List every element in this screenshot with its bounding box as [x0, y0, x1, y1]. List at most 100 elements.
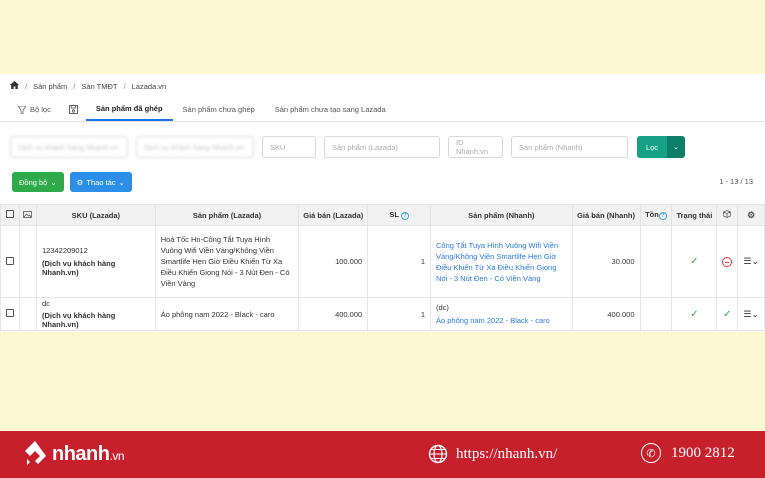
status-column-header: Trạng thái	[671, 204, 718, 226]
row-image-cell	[19, 297, 37, 331]
row-status: ✓	[671, 297, 718, 331]
save-icon	[68, 105, 78, 114]
tab-matched-label: Sản phẩm đã ghép	[95, 104, 163, 113]
check-icon: ✓	[690, 308, 699, 320]
breadcrumb-separator: /	[73, 81, 76, 91]
pagination-info: 1 - 13 / 13	[719, 177, 753, 186]
globe-icon	[428, 444, 448, 464]
row-shop: (Dịch vụ khách hàng Nhanh.vn)	[41, 259, 116, 277]
row-price-lazada: 100.000	[298, 225, 369, 298]
qty-column-header: SL ?	[367, 204, 431, 226]
help-icon[interactable]: ?	[400, 211, 409, 220]
shop-filter-2-value: Dịch vụ khách hàng Nhanh.vn	[144, 142, 245, 152]
app-panel: / Sản phẩm / Sàn TMĐT / Lazada.vn Bộ lọc…	[0, 74, 765, 332]
menu-icon[interactable]: ☰⌄	[743, 256, 759, 266]
row-image-cell	[19, 225, 37, 298]
tab-not-created-products[interactable]: Sản phẩm chưa tạo sang Lazada	[265, 98, 396, 121]
stock-column-header: Tồn?	[639, 204, 673, 226]
minus-circle-icon[interactable]	[722, 256, 733, 267]
nhanh-logo-icon	[25, 441, 46, 465]
phone-info: ✆ 1900 2812	[641, 443, 735, 463]
filter-button-group: Lọc ⌄	[637, 136, 685, 158]
image-column-header	[19, 204, 37, 226]
row-shop: (Dịch vụ khách hàng Nhanh.vn)	[41, 311, 116, 329]
table-header-row: SKU (Lazada) Sản phẩm (Lazada) Giá bán (…	[0, 204, 765, 226]
check-icon: ✓	[690, 256, 699, 267]
row-sku: 12342209012	[41, 246, 88, 255]
row-price-nhanh: 30.000	[571, 225, 641, 298]
website-info: https://nhanh.vn/	[428, 444, 557, 464]
breadcrumb-item-products[interactable]: Sản phẩm	[33, 82, 67, 91]
breadcrumb-separator: /	[123, 81, 126, 91]
sku-column-header: SKU (Lazada)	[35, 204, 156, 226]
row-price-nhanh: 400.000	[571, 297, 641, 331]
shop-filter-1-value: Dịch vụ khách hàng Nhanh.vn	[18, 142, 119, 152]
box-column-header	[716, 204, 739, 226]
tab-unmatched-products[interactable]: Sản phẩm chưa ghép	[173, 98, 265, 121]
select-all-checkbox[interactable]	[6, 210, 14, 218]
tab-unmatched-label: Sản phẩm chưa ghép	[182, 105, 255, 114]
row-stock	[639, 297, 673, 331]
gear-icon[interactable]: ⚙	[747, 210, 755, 220]
row-checkbox[interactable]	[6, 256, 14, 265]
breadcrumb: / Sản phẩm / Sàn TMĐT / Lazada.vn	[0, 74, 765, 98]
tab-save[interactable]	[61, 98, 86, 121]
breadcrumb-item-lazada: Lazada.vn	[131, 81, 167, 91]
row-sync-status: ✓	[716, 297, 739, 331]
price-lazada-column-header: Giá bán (Lazada)	[298, 204, 369, 226]
box-icon	[723, 210, 732, 218]
shop-filter-2[interactable]: Dịch vụ khách hàng Nhanh.vn	[136, 136, 254, 158]
help-icon[interactable]: ?	[658, 211, 667, 220]
id-nhanh-input[interactable]: ID Nhanh.vn	[448, 136, 503, 158]
row-sync-status	[716, 225, 739, 298]
row-sku-cell: 12342209012 (Dịch vụ khách hàng Nhanh.vn…	[35, 225, 156, 298]
breadcrumb-separator: /	[25, 81, 28, 91]
row-product-nhanh-link[interactable]: Công Tắt Tuya Hình Vuông Wifi Viền Vàng/…	[430, 225, 573, 298]
row-menu[interactable]: ☰⌄	[737, 297, 765, 331]
website-link[interactable]: https://nhanh.vn/	[456, 446, 557, 463]
menu-icon[interactable]: ☰⌄	[743, 309, 759, 319]
filter-button[interactable]: Lọc	[637, 136, 667, 158]
chevron-down-icon: ⌄	[50, 177, 57, 187]
phone-icon: ✆	[641, 443, 661, 463]
sync-button[interactable]: Đồng bộ ⌄	[12, 172, 64, 192]
tab-bar: Bộ lọc Sản phẩm đã ghép Sản phẩm chưa gh…	[0, 98, 765, 122]
gear-icon: ⚙	[76, 177, 84, 187]
tab-filter[interactable]: Bộ lọc	[8, 98, 61, 121]
breadcrumb-item-marketplace[interactable]: Sàn TMĐT	[81, 82, 117, 91]
check-icon: ✓	[723, 308, 732, 320]
row-qty: 1	[367, 225, 431, 298]
id-nhanh-placeholder: ID Nhanh.vn	[456, 138, 489, 156]
sku-input[interactable]: SKU	[262, 136, 316, 158]
promo-footer: nhanh.vn https://nhanh.vn/ ✆ 1900 2812	[0, 431, 765, 478]
row-sku-cell: dc (Dịch vụ khách hàng Nhanh.vn)	[35, 297, 156, 331]
operations-button[interactable]: ⚙ Thao tác ⌄	[69, 172, 132, 192]
row-status: ✓	[671, 225, 718, 298]
product-lazada-input[interactable]: Sản phẩm (Lazada)	[324, 136, 440, 158]
product-nhanh-input[interactable]: Sản phẩm (Nhanh)	[511, 136, 628, 158]
logo-name: nhanh	[52, 442, 110, 465]
phone-number[interactable]: 1900 2812	[671, 445, 735, 462]
tab-matched-products[interactable]: Sản phẩm đã ghép	[85, 98, 173, 121]
product-nhanh-column-header: Sản phẩm (Nhanh)	[430, 204, 573, 226]
row-menu[interactable]: ☰⌄	[737, 225, 765, 298]
row-product-nhanh-link[interactable]: Áo phông nam 2022 - Black - caro	[436, 315, 567, 326]
table-row[interactable]: 12342209012 (Dịch vụ khách hàng Nhanh.vn…	[0, 225, 765, 298]
filter-dropdown-button[interactable]: ⌄	[667, 136, 685, 158]
products-table: SKU (Lazada) Sản phẩm (Lazada) Giá bán (…	[0, 204, 765, 331]
row-select-cell	[0, 225, 20, 298]
chevron-down-icon: ⌄	[673, 144, 679, 151]
tab-not-created-label: Sản phẩm chưa tạo sang Lazada	[274, 105, 386, 114]
table-row[interactable]: dc (Dịch vụ khách hàng Nhanh.vn) Áo phôn…	[0, 297, 765, 331]
row-product-lazada: Hoả Tốc Hn-Công Tắt Tuya Hình Vuông Wifi…	[154, 225, 300, 298]
action-bar: Đồng bộ ⌄ ⚙ Thao tác ⌄ 1 - 13 / 13	[0, 158, 765, 192]
chevron-down-icon: ⌄	[118, 177, 125, 187]
operations-label: Thao tác	[86, 177, 116, 187]
shop-filter-1[interactable]: Dịch vụ khách hàng Nhanh.vn	[10, 136, 128, 158]
row-product-lazada: Áo phông nam 2022 - Black - caro	[154, 297, 300, 331]
row-checkbox[interactable]	[6, 309, 14, 317]
settings-column-header: ⚙	[737, 204, 765, 226]
image-icon	[23, 210, 33, 218]
home-icon[interactable]	[10, 81, 19, 91]
row-product-nhanh-cell: (dc) Áo phông nam 2022 - Black - caro	[430, 297, 573, 331]
